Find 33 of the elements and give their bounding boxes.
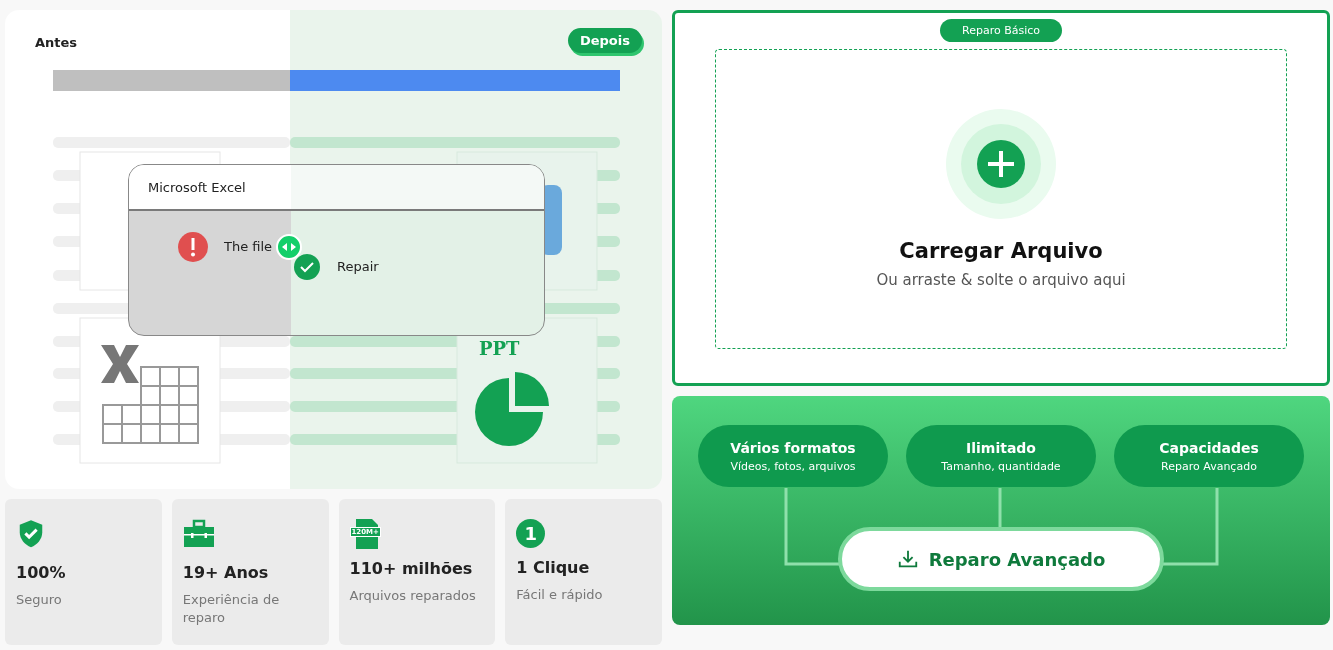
ppt-label: PPT — [479, 338, 520, 359]
feature-subtitle: Reparo Avançado — [1161, 459, 1257, 473]
number-badge-icon: 1 — [516, 519, 546, 548]
feature-title: Capacidades — [1159, 439, 1259, 456]
upload-title: Carregar Arquivo — [899, 239, 1103, 263]
drop-zone[interactable]: Carregar Arquivo Ou arraste & solte o arquivo aqui — [715, 49, 1287, 349]
spreadsheet-icon — [101, 345, 199, 444]
add-icon[interactable] — [946, 109, 1056, 219]
stat-value: 1 Clique — [516, 558, 591, 577]
feature-subtitle: Vídeos, fotos, arquivos — [730, 459, 856, 473]
download-icon — [896, 548, 919, 570]
stat-value: 100% — [16, 563, 67, 582]
upload-subtitle: Ou arraste & solte o arquivo aqui — [876, 271, 1126, 289]
toolbox-icon — [182, 519, 215, 549]
mode-badge: Reparo Básico — [940, 19, 1062, 42]
after-badge: Depois — [567, 28, 642, 53]
stat-label: Experiência de reparo — [182, 591, 281, 627]
pie-chart-icon — [475, 372, 549, 446]
stat-label: Seguro — [16, 591, 63, 609]
stat-value: 19+ Anos — [182, 563, 270, 582]
feature-title: Vários formatos — [730, 439, 856, 456]
check-icon — [294, 254, 320, 280]
repair-message: Repair — [337, 259, 379, 274]
error-message: The file — [224, 239, 273, 254]
stat-value: 110+ milhões — [349, 559, 474, 578]
stat-label: Arquivos reparados — [349, 587, 477, 605]
feature-subtitle: Tamanho, quantidade — [941, 459, 1061, 473]
error-icon — [178, 232, 208, 262]
feature-title: Ilimitado — [966, 439, 1036, 456]
dialog-title: Microsoft Excel — [129, 165, 544, 211]
stat-label: Fácil e rápido — [516, 586, 604, 604]
advanced-repair-button[interactable]: Reparo Avançado — [838, 527, 1164, 591]
before-label: Antes — [35, 35, 78, 50]
